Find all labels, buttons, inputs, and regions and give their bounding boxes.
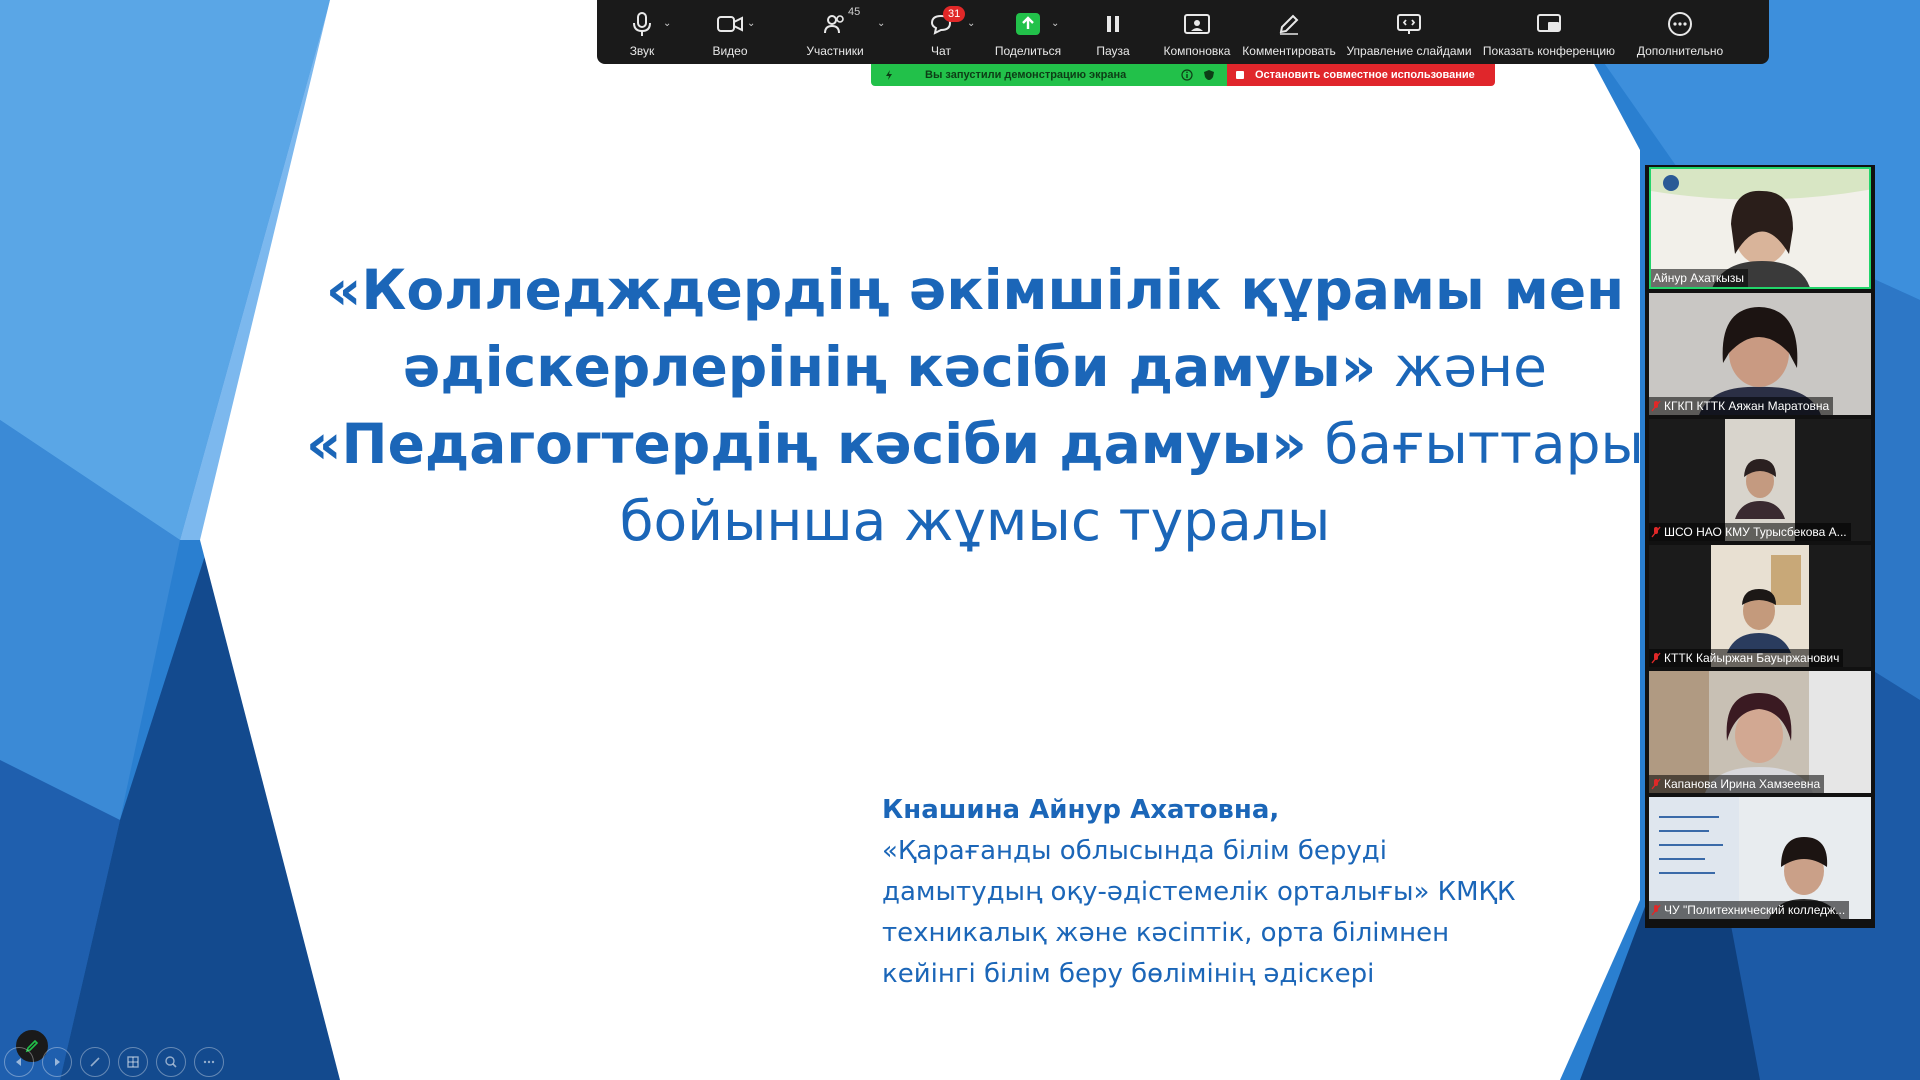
arrow-right-icon — [55, 1058, 60, 1066]
title-line-3-light: бағыттары — [1306, 412, 1644, 476]
chevron-down-icon[interactable]: ⌄ — [747, 18, 755, 29]
video-tile[interactable]: Капанова Ирина Хамзеевна — [1649, 671, 1871, 793]
next-slide-button[interactable] — [42, 1047, 72, 1077]
grid-icon — [127, 1056, 139, 1068]
microphone-icon — [633, 12, 651, 36]
participant-name: КГКП КТТК Аяжан Маратовна — [1649, 397, 1834, 415]
video-tile[interactable]: КГКП КТТК Аяжан Маратовна — [1649, 293, 1871, 415]
video-button[interactable]: ⌄ Видео — [687, 0, 773, 64]
slide-title: «Колледждердің әкімшілік құрамы мен әдіс… — [300, 252, 1650, 560]
participants-icon — [824, 15, 844, 34]
muted-mic-icon — [1651, 400, 1661, 412]
participant-name: Капанова Ирина Хамзеевна — [1649, 775, 1825, 793]
shield-icon[interactable] — [1203, 69, 1215, 81]
annotate-button[interactable]: Комментировать — [1239, 0, 1339, 64]
sharing-indicator-icon — [886, 70, 892, 80]
magnifier-icon — [165, 1056, 177, 1068]
show-meeting-icon — [1537, 14, 1561, 32]
zoom-button[interactable] — [156, 1047, 186, 1077]
video-camera-icon — [717, 16, 743, 32]
chevron-down-icon[interactable]: ⌄ — [1051, 18, 1059, 29]
author-line-3: техникалық және кәсіптік, орта білімнен — [882, 918, 1450, 948]
title-line-1: «Колледждердің әкімшілік құрамы мен — [325, 258, 1625, 322]
presentation-slide: «Колледждердің әкімшілік құрамы мен әдіс… — [0, 0, 1920, 1080]
info-icon[interactable] — [1181, 69, 1193, 81]
meeting-toolbar: ⌄ Звук ⌄ Видео 45 ⌄ Участники 31 ⌄ Чат ⌄… — [597, 0, 1769, 64]
muted-mic-icon — [1651, 526, 1661, 538]
sharing-status: Вы запустили демонстрацию экрана — [871, 64, 1227, 86]
arrow-left-icon — [16, 1058, 21, 1066]
annotate-pencil-icon — [1279, 14, 1299, 35]
participants-count: 45 — [848, 6, 861, 18]
pause-button[interactable]: Пауза — [1071, 0, 1155, 64]
share-status-bar: Вы запустили демонстрацию экрана Останов… — [871, 64, 1495, 86]
chevron-down-icon[interactable]: ⌄ — [877, 18, 885, 29]
slide-control-button[interactable]: Управление слайдами — [1339, 0, 1479, 64]
video-tile[interactable]: КТТК Кайыржан Бауыржанович — [1649, 545, 1871, 667]
muted-mic-icon — [1651, 904, 1661, 916]
chat-button[interactable]: 31 ⌄ Чат — [897, 0, 985, 64]
slide-sorter-button[interactable] — [118, 1047, 148, 1077]
video-tile[interactable]: ЧУ "Политехнический колледж... — [1649, 797, 1871, 919]
muted-mic-icon — [1651, 778, 1661, 790]
layout-button[interactable]: Компоновка — [1155, 0, 1239, 64]
stop-sharing-label: Остановить совместное использование — [1255, 69, 1475, 81]
stop-sharing-button[interactable]: Остановить совместное использование — [1227, 64, 1495, 86]
title-line-4: бойынша жұмыс туралы — [619, 489, 1331, 553]
chevron-down-icon[interactable]: ⌄ — [967, 18, 975, 29]
pencil-icon — [90, 1057, 100, 1067]
author-name: Кнашина Айнур Ахатовна, — [882, 795, 1280, 825]
title-line-2-light: және — [1376, 335, 1547, 399]
author-block: Кнашина Айнур Ахатовна, «Қарағанды облыс… — [882, 790, 1602, 995]
participant-name: ЧУ "Политехнический колледж... — [1649, 901, 1850, 919]
chevron-down-icon[interactable]: ⌄ — [663, 18, 671, 29]
chat-unread-badge: 31 — [943, 6, 966, 22]
author-line-4: кейінгі білім беру бөлімінің әдіскері — [882, 959, 1375, 989]
participant-name: Айнур Ахаткызы — [1651, 269, 1748, 287]
participant-name: ШСО НАО КМУ Турысбекова А... — [1649, 523, 1851, 541]
participant-name: КТТК Кайыржан Бауыржанович — [1649, 649, 1844, 667]
more-options-button[interactable] — [194, 1047, 224, 1077]
author-line-2: дамытудың оқу-әдістемелік орталығы» КМҚК — [882, 877, 1516, 907]
share-button[interactable]: ⌄ Поделиться — [985, 0, 1071, 64]
title-line-2-bold: әдіскерлерінің кәсіби дамуы» — [403, 335, 1377, 399]
video-tile[interactable]: ШСО НАО КМУ Турысбекова А... — [1649, 419, 1871, 541]
share-screen-icon — [1016, 13, 1040, 35]
pause-icon — [1107, 16, 1119, 32]
sharing-status-text: Вы запустили демонстрацию экрана — [925, 69, 1127, 81]
title-line-3-bold: «Педагогтердің кәсіби дамуы» — [306, 412, 1307, 476]
ellipsis-icon — [203, 1060, 215, 1064]
slide-control-icon — [1397, 14, 1421, 34]
muted-mic-icon — [1651, 652, 1661, 664]
layout-icon — [1184, 14, 1210, 34]
more-icon — [1668, 12, 1692, 36]
previous-slide-button[interactable] — [4, 1047, 34, 1077]
participants-button[interactable]: 45 ⌄ Участники — [773, 0, 897, 64]
participants-video-panel: Айнур Ахаткызы КГКП КТТК Аяжан Маратовна… — [1645, 165, 1875, 928]
audio-button[interactable]: ⌄ Звук — [597, 0, 687, 64]
show-meeting-button[interactable]: Показать конференцию — [1479, 0, 1619, 64]
stop-icon — [1236, 71, 1244, 79]
author-line-1: «Қарағанды облысында білім беруді — [882, 836, 1387, 866]
more-button[interactable]: Дополнительно — [1619, 0, 1741, 64]
video-tile-active-speaker[interactable]: Айнур Ахаткызы — [1649, 167, 1871, 289]
pen-tool-button[interactable] — [80, 1047, 110, 1077]
